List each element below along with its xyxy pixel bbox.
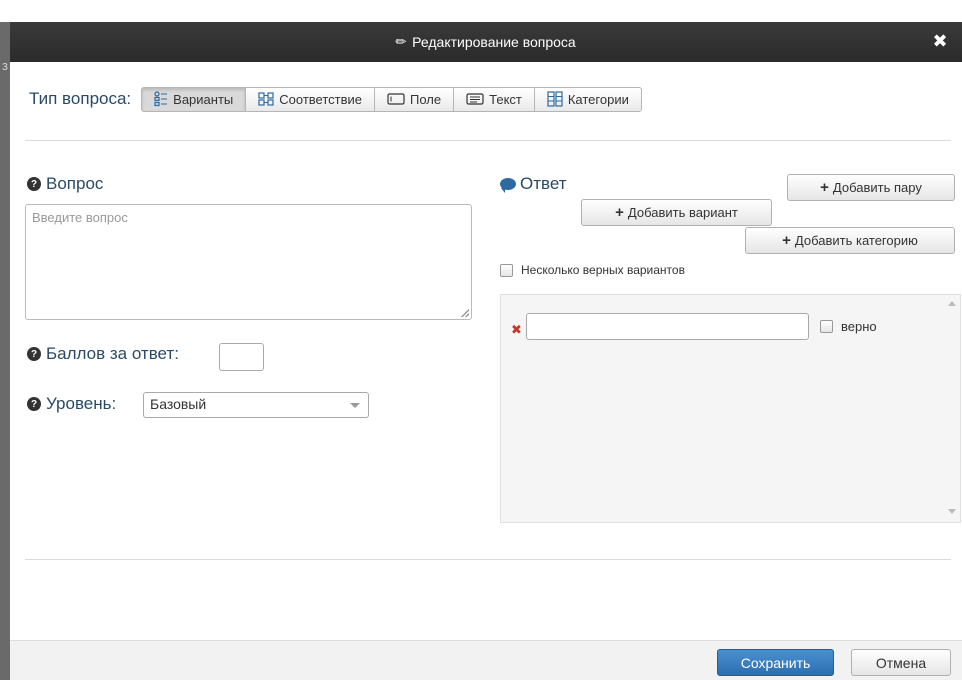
categories-icon — [547, 91, 563, 107]
cancel-button[interactable]: Отмена — [851, 649, 951, 676]
match-grid-icon — [258, 92, 274, 106]
close-icon[interactable]: ✖ — [930, 31, 950, 51]
divider — [25, 140, 951, 141]
backdrop — [0, 0, 962, 22]
text-block-icon — [466, 93, 484, 105]
score-heading: ? Баллов за ответ: — [27, 344, 179, 364]
add-category-label: Добавить категорию — [794, 233, 918, 248]
correct-toggle: верно — [820, 319, 877, 334]
chevron-down-icon — [350, 403, 360, 408]
add-variant-button[interactable]: + Добавить вариант — [581, 199, 772, 226]
type-button-variants[interactable]: Варианты — [141, 86, 247, 112]
type-button-field[interactable]: Поле — [374, 86, 455, 112]
type-button-label: Поле — [410, 91, 442, 107]
add-pair-label: Добавить пару — [832, 180, 922, 195]
field-input-icon — [387, 93, 405, 105]
list-options-icon — [154, 91, 168, 107]
add-variant-label: Добавить вариант — [627, 205, 738, 220]
divider — [25, 559, 951, 560]
type-button-text[interactable]: Текст — [453, 86, 535, 112]
question-type-label: Тип вопроса: — [29, 89, 132, 108]
backdrop-text: з — [2, 58, 8, 73]
score-label: Баллов за ответ: — [46, 344, 179, 363]
question-heading: ? Вопрос — [27, 174, 103, 194]
help-icon[interactable]: ? — [27, 397, 41, 411]
type-button-matching[interactable]: Соответствие — [245, 86, 376, 112]
scroll-down-icon[interactable] — [948, 509, 956, 514]
multiple-correct-checkbox[interactable] — [500, 263, 513, 277]
question-label: Вопрос — [46, 174, 104, 193]
resize-handle-icon[interactable] — [461, 309, 469, 317]
plus-icon: + — [820, 179, 829, 196]
question-textarea[interactable]: Введите вопрос — [25, 204, 472, 320]
correct-checkbox[interactable] — [820, 320, 833, 333]
add-category-button[interactable]: + Добавить категорию — [745, 227, 955, 254]
help-icon[interactable]: ? — [27, 347, 41, 361]
score-input[interactable] — [219, 343, 264, 371]
correct-label: верно — [841, 319, 877, 334]
answers-list: ✖ верно — [500, 294, 961, 523]
plus-icon: + — [782, 232, 791, 249]
type-button-categories[interactable]: Категории — [533, 86, 642, 112]
type-button-label: Соответствие — [279, 91, 363, 107]
question-type-row: Тип вопроса: Варианты Соответствие Поле — [29, 86, 642, 112]
scroll-up-icon[interactable] — [948, 301, 956, 306]
level-selected-value: Базовый — [150, 396, 207, 412]
add-pair-button[interactable]: + Добавить пару — [787, 174, 955, 201]
delete-icon[interactable]: ✖ — [511, 322, 522, 338]
dialog-header: ✎ Редактирование вопроса ✖ — [10, 22, 962, 62]
level-select[interactable]: Базовый — [143, 392, 369, 418]
question-placeholder: Введите вопрос — [32, 210, 128, 225]
type-button-label: Текст — [489, 91, 522, 107]
level-label: Уровень: — [46, 394, 117, 413]
answer-heading: Ответ — [500, 174, 567, 194]
pencil-icon: ✎ — [392, 32, 411, 51]
plus-icon: + — [615, 204, 624, 221]
save-button[interactable]: Сохранить — [717, 649, 834, 676]
edit-question-dialog: ✎ Редактирование вопроса ✖ Тип вопроса: … — [10, 22, 962, 680]
type-button-label: Категории — [567, 91, 629, 107]
answer-input[interactable] — [526, 313, 809, 340]
question-type-switcher: Варианты Соответствие Поле Текст Категор… — [141, 86, 642, 112]
dialog-title: Редактирование вопроса — [412, 34, 576, 50]
multiple-correct-label: Несколько верных вариантов — [521, 263, 685, 277]
answer-label: Ответ — [520, 174, 567, 193]
backdrop-strip: з — [0, 22, 10, 680]
type-button-label: Варианты — [173, 91, 234, 107]
comment-icon — [500, 178, 516, 193]
dialog-footer: Сохранить Отмена — [10, 640, 962, 680]
help-icon[interactable]: ? — [27, 177, 41, 191]
level-heading: ? Уровень: — [27, 394, 116, 414]
multiple-correct-row: Несколько верных вариантов — [500, 263, 685, 277]
